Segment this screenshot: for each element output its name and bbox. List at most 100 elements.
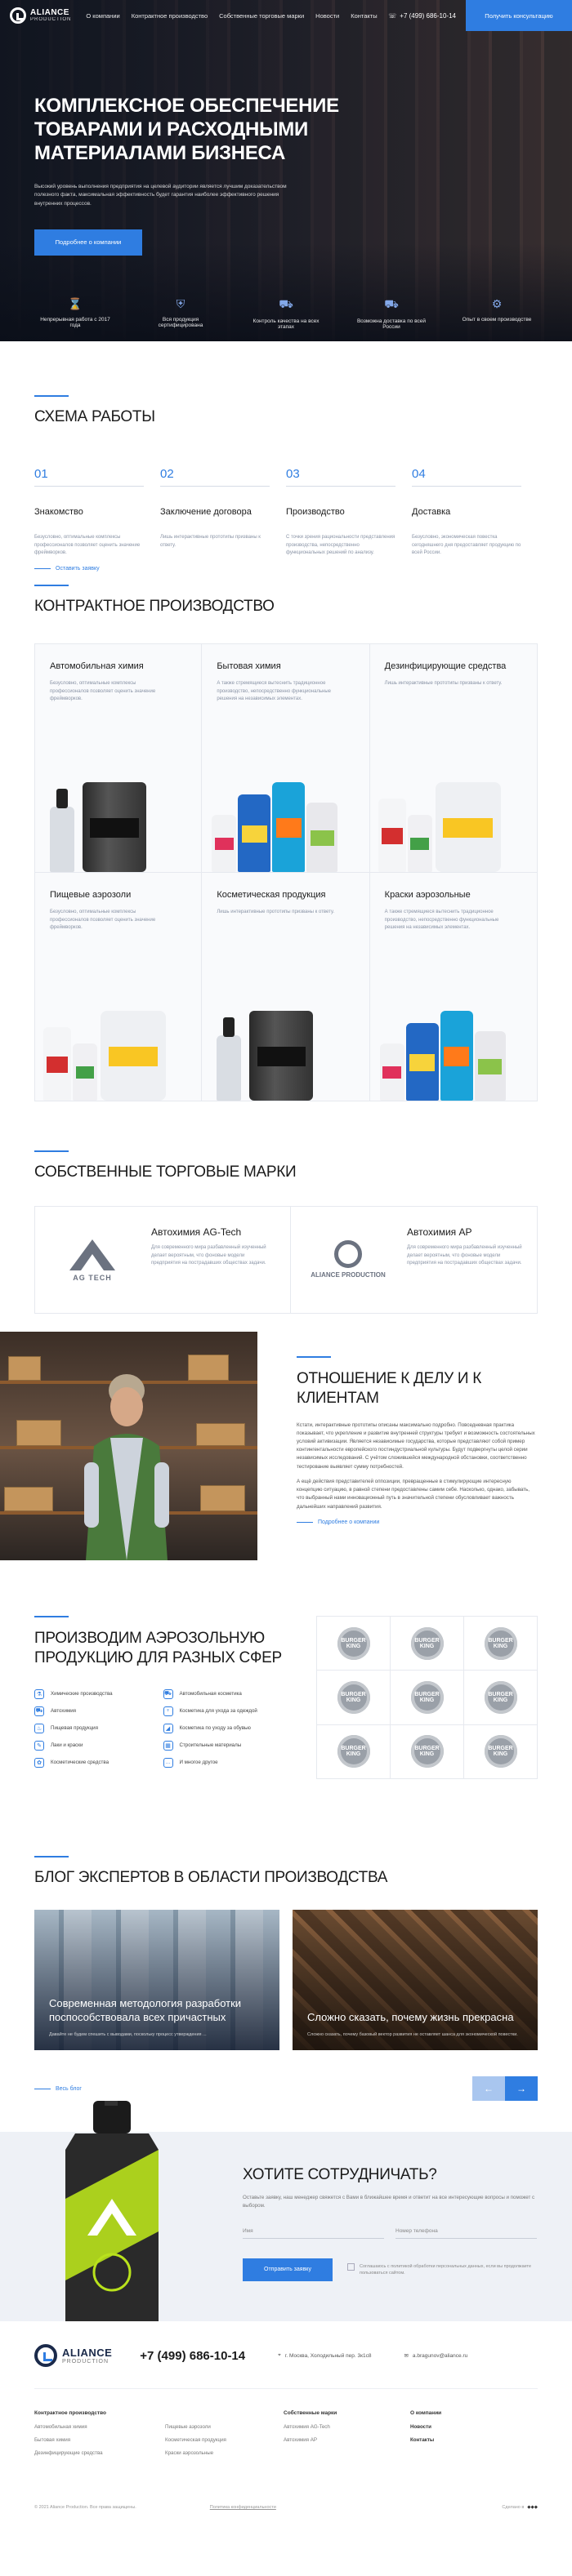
card-desc: Безусловно, оптимальные комплексы профес… (50, 681, 156, 702)
work-scheme-section: Схема работы 01 Знакомство Безусловно, о… (0, 341, 572, 578)
category-card[interactable]: Косметическая продукция Лишь интерактивн… (202, 873, 370, 1101)
sphere-item: … И многое другое (163, 1757, 284, 1768)
site-logo[interactable]: ALIANCE PRODUCTION (10, 7, 71, 24)
footer-link[interactable]: Дезинфицирующие средства (34, 2450, 165, 2456)
header-phone[interactable]: ☏ +7 (499) 686-10-14 (388, 12, 456, 20)
submit-request-button[interactable]: Отправить заявку (243, 2258, 333, 2281)
category-card[interactable]: Пищевые аэрозоли Безусловно, оптимальные… (34, 873, 203, 1101)
category-card[interactable]: Автомобильная химия Безусловно, оптималь… (34, 644, 203, 873)
privacy-policy-link[interactable]: Политика конфиденциальности (210, 2505, 276, 2510)
badge-icon: ⛨ (176, 297, 185, 310)
footer-col-brands: Собственные марки Автохимия AG-Tech Авто… (284, 2410, 410, 2463)
category-card[interactable]: Бытовая химия А также стремящиеся вытесн… (202, 644, 370, 873)
footer-link[interactable]: Пищевые аэрозоли (165, 2424, 226, 2430)
footer-logo[interactable]: ALIANCE PRODUCTION (34, 2344, 112, 2367)
footer-col-title[interactable]: Собственные марки (284, 2410, 410, 2416)
footer: ALIANCE PRODUCTION +7 (499) 686-10-14 ⌖ … (0, 2321, 572, 2528)
section-title: Отношение к делу и к клиентам (297, 1370, 482, 1407)
car-icon: ⛟ (34, 1706, 44, 1716)
footer-col-title[interactable]: О компании (410, 2410, 441, 2416)
divider (412, 486, 521, 487)
nav-contract[interactable]: Контрактное производство (132, 12, 208, 20)
category-card[interactable]: Дезинфицирующие средства Лишь интерактив… (369, 644, 538, 873)
sphere-item: ♆ Косметика для ухода за одеждой (163, 1706, 284, 1716)
aerosol-section: Производим аэрозольную продукцию для раз… (0, 1560, 572, 1805)
blog-post-card[interactable]: Сложно сказать, почему жизнь прекрасна С… (293, 1910, 538, 2050)
about-company-link[interactable]: Подробнее о компании (297, 1519, 538, 1525)
logo-mark-icon (10, 7, 26, 24)
sphere-label: Строительные материалы (179, 1742, 242, 1748)
card-desc: Лишь интерактивные прототипы призваны к … (217, 910, 335, 915)
product-image (370, 994, 537, 1101)
accent-line (34, 395, 69, 397)
footer-link[interactable]: Косметическая продукция (165, 2437, 226, 2443)
brand-desc: Для современного мира разбавленный изуче… (151, 1245, 266, 1266)
footer-link[interactable]: Бытовая химия (34, 2437, 165, 2443)
brand-card[interactable]: ALIANCE PRODUCTION Автохимия AP Для совр… (290, 1207, 546, 1313)
shoe-icon: ◢ (163, 1723, 173, 1733)
footer-link[interactable]: Контакты (410, 2437, 441, 2443)
email-text: a.bragunov@aliance.ru (412, 2352, 468, 2359)
sphere-label: Автомобильная косметика (179, 1691, 242, 1697)
category-card[interactable]: Краски аэрозольные А также стремящиеся в… (369, 873, 538, 1101)
footer-link[interactable]: Автомобильная химия (34, 2424, 165, 2430)
footer-col-about: О компании Новости Контакты (410, 2410, 441, 2463)
steps-list: 01 Знакомство Безусловно, оптимальные ко… (34, 467, 538, 558)
next-arrow-icon[interactable]: → (505, 2076, 538, 2101)
about-company-button[interactable]: Подробнее о компании (34, 229, 142, 256)
leave-request-link[interactable]: Оставить заявку (34, 566, 572, 572)
blog-post-card[interactable]: Современная методология разработки поспо… (34, 1910, 279, 2050)
brand-logo-text: ALIANCE PRODUCTION (311, 1271, 386, 1279)
name-input[interactable]: Имя (243, 2228, 384, 2239)
nav-about[interactable]: О компании (86, 12, 119, 20)
nav-contacts[interactable]: Контакты (351, 12, 377, 20)
sphere-label: И многое другое (179, 1760, 218, 1765)
prev-arrow-icon[interactable]: ← (472, 2076, 505, 2101)
developer-logo[interactable]: ◆◆◆ (527, 2505, 538, 2510)
footer-col-title[interactable]: Контрактное производство (34, 2410, 284, 2416)
truck-icon: ⛟ (384, 297, 399, 310)
accent-line (34, 1150, 69, 1152)
aliance-logo-icon (334, 1240, 362, 1269)
card-title: Косметическая продукция (217, 890, 326, 900)
logo-name: ALIANCE (30, 8, 69, 17)
consultation-button[interactable]: Получить консультацию (466, 0, 572, 31)
post-title: Современная методология разработки поспо… (49, 1997, 242, 2024)
footer-link[interactable]: Автохимия AG-Tech (284, 2424, 410, 2430)
brand-card[interactable]: AG TECH Автохимия AG-Tech Для современно… (35, 1207, 290, 1313)
clients-logo-grid: BURGER KING BURGER KING BURGER KING BURG… (316, 1616, 538, 1779)
footer-link[interactable]: Автохимия AP (284, 2437, 410, 2443)
footer-link[interactable]: Новости (410, 2424, 441, 2430)
footer-link[interactable]: Краски аэрозольные (165, 2450, 226, 2456)
food-icon: ♨ (34, 1723, 44, 1733)
divider (286, 486, 395, 487)
accent-line (34, 1856, 69, 1857)
client-logo: BURGER KING (337, 1626, 370, 1660)
hourglass-icon: ⌛ (68, 297, 83, 310)
copyright: © 2021 Aliance Production. Все права защ… (34, 2505, 136, 2510)
blog-posts: Современная методология разработки поспо… (34, 1910, 538, 2050)
brand-title: Автохимия AG-Tech (151, 1226, 242, 1238)
step-desc: Безусловно, оптимальные комплексы профес… (34, 535, 141, 556)
client-logo: BURGER KING (410, 1626, 444, 1660)
own-brands-section: Собственные торговые марки AG TECH Автох… (0, 1090, 572, 1332)
agree-checkbox[interactable] (347, 2262, 355, 2271)
step-number: 02 (160, 467, 174, 481)
client-logo-cell: BURGER KING (464, 1671, 538, 1725)
footer-phone[interactable]: +7 (499) 686-10-14 (140, 2349, 245, 2363)
attitude-paragraph: Кстати, интерактивные прототипы описаны … (297, 1421, 535, 1470)
contract-production-section: Контрактное производство Автомобильная х… (0, 578, 572, 1101)
step-desc: Лишь интерактивные прототипы призваны к … (160, 535, 261, 548)
sphere-item: ⚗ Химические производства (34, 1688, 155, 1699)
phone-input[interactable]: Номер телефона (395, 2228, 537, 2239)
footer-email[interactable]: ✉ a.bragunov@aliance.ru (404, 2352, 468, 2360)
all-blog-link[interactable]: Весь блог (34, 2086, 82, 2092)
section-title: Контрактное производство (34, 598, 275, 615)
feature-item: ⚙ Опыт в своем производстве (456, 297, 538, 330)
nav-news[interactable]: Новости (315, 12, 339, 20)
feature-item: ⛟ Контроль качества на всех этапах (245, 297, 327, 330)
client-logo: BURGER KING (484, 1626, 517, 1660)
client-logo-cell: BURGER KING (391, 1724, 464, 1779)
nav-brands[interactable]: Собственные торговые марки (219, 12, 304, 20)
cart-icon: ⛟ (279, 297, 293, 310)
